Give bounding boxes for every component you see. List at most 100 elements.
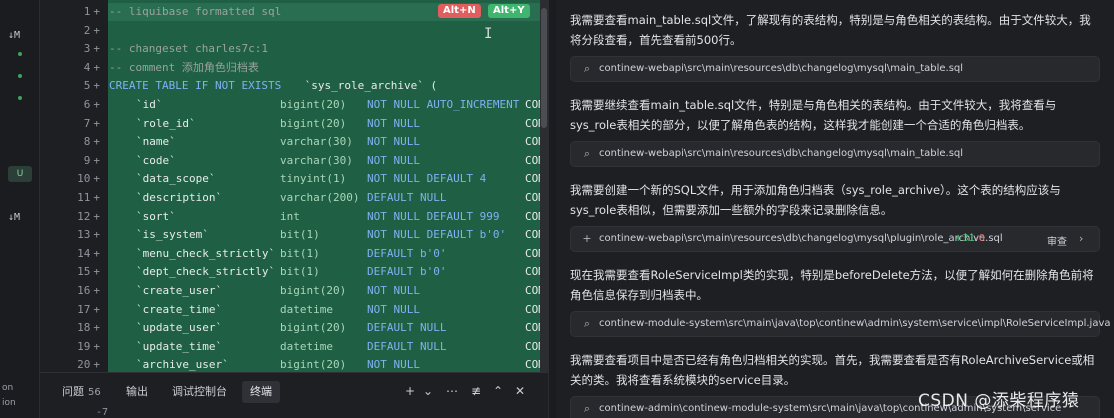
tab-output[interactable]: 输出: [118, 381, 156, 403]
status-dot: [18, 74, 22, 78]
chevron-down-icon[interactable]: ⌄: [420, 383, 436, 399]
chat-message: 我需要创建一个新的SQL文件，用于添加角色归档表（sys_role_archiv…: [570, 183, 1061, 217]
more-icon[interactable]: ⋯: [444, 383, 460, 399]
line-number: 6 +: [83, 98, 100, 111]
column-type: tinyint(1): [280, 172, 347, 186]
column-constraint: NOT NULL: [367, 135, 420, 149]
file-path: continew-webapi\src\main\resources\db\ch…: [599, 233, 1003, 244]
line-number: 20 +: [77, 358, 100, 372]
add-terminal-icon[interactable]: +: [402, 383, 418, 399]
chevron-right-icon: ›: [1079, 232, 1084, 245]
column-type: bigint(20): [280, 284, 347, 297]
column-constraint: NOT NULL AUTO_INCREMENT: [367, 98, 520, 111]
line-number: 13 +: [77, 228, 100, 242]
code-keyword: CREATE TABLE IF NOT EXISTS: [109, 79, 282, 93]
column-name: `update_user`: [136, 321, 223, 335]
file-edit-card[interactable]: + continew-webapi\src\main\resources\db\…: [570, 226, 1100, 252]
lines-added: +31: [954, 233, 976, 244]
file-reference-card[interactable]: ⌕ continew-module-system\src\main\java\t…: [570, 311, 1111, 337]
search-icon: ⌕: [583, 62, 591, 75]
lines-removed: -0: [975, 233, 985, 244]
tab-problems[interactable]: 问题 56: [54, 381, 109, 403]
code-comment: -- comment 添加角色归档表: [109, 60, 259, 74]
column-type: bigint(20): [280, 116, 347, 130]
column-constraint: NOT NULL: [367, 358, 420, 372]
file-reference-card[interactable]: ⌕ continew-webapi\src\main\resources\db\…: [570, 56, 1100, 82]
line-number: 15 +: [77, 265, 100, 279]
line-number: 5 +: [83, 79, 100, 93]
search-icon: ⌕: [583, 402, 591, 415]
line-number: 14 +: [77, 246, 100, 260]
bottom-panel: 问题 56 输出 调试控制台 终端 + ⌄ ⋯ ≢ ⌃ ✕ -7: [40, 372, 548, 418]
column-constraint: NOT NULL: [367, 153, 420, 167]
line-number: 2 +: [83, 23, 100, 37]
column-type: int: [280, 209, 300, 223]
column-name: `name`: [136, 135, 176, 149]
editor-scrollbar-thumb[interactable]: [541, 8, 547, 128]
column-name: `id`: [136, 98, 163, 111]
column-name: `update_time`: [136, 339, 223, 353]
layout-icon[interactable]: ≢: [468, 383, 484, 399]
file-path: continew-module-system\src\main\java\top…: [599, 318, 1111, 329]
chat-message: 现在我需要查看RoleServiceImpl类的实现，特别是beforeDele…: [570, 268, 1094, 302]
column-name: `code`: [136, 153, 176, 167]
column-name: `archive_user`: [136, 358, 229, 372]
column-constraint: NOT NULL DEFAULT 4: [367, 172, 487, 186]
code-comment: -- liquibase formatted sql: [109, 5, 282, 18]
line-gutter: 1 + 2 + 3 + 4 + 5 + 6 + 7 + 8 + 9 + 10 + 11 + 12 + 13 + 14 + 15 + 16 + 1…: [40, 0, 108, 372]
review-button[interactable]: 审查: [1047, 233, 1067, 248]
column-type: bigint(20): [280, 321, 347, 335]
column-constraint: NOT NULL: [367, 302, 420, 316]
tab-terminal[interactable]: 终端: [242, 381, 280, 403]
column-type: bit(1): [280, 265, 320, 279]
column-name: `description`: [136, 191, 223, 204]
column-type: varchar(30): [280, 135, 353, 149]
line-number: 8 +: [83, 135, 100, 149]
chat-panel: 我需要查看main_table.sql文件，了解现有的表结构，特别是与角色相关的…: [556, 0, 1114, 418]
column-constraint: DEFAULT b'0': [367, 265, 447, 279]
code-table-name: `sys_role_archive` (: [298, 79, 438, 93]
line-number: 7 +: [83, 116, 100, 130]
column-constraint: DEFAULT b'0': [367, 246, 447, 260]
column-type: varchar(30): [280, 153, 353, 167]
line-number: 17 +: [77, 302, 100, 316]
column-name: `menu_check_strictly`: [136, 246, 276, 260]
search-icon: ⌕: [583, 317, 591, 330]
column-type: bit(1): [280, 228, 320, 242]
git-status-modified: ↓M: [8, 30, 21, 41]
file-reference-card[interactable]: ⌕ continew-webapi\src\main\resources\db\…: [570, 141, 1100, 167]
search-icon: ⌕: [583, 147, 591, 160]
line-number: 12 +: [77, 209, 100, 223]
sidebar-text: ion: [2, 398, 16, 408]
accept-change-button[interactable]: Alt+Y: [488, 4, 530, 18]
line-number: 9 +: [83, 153, 100, 167]
column-constraint: NOT NULL DEFAULT 999: [367, 209, 500, 223]
reject-change-button[interactable]: Alt+N: [438, 4, 481, 18]
watermark: CSDN @添柴程序猿: [918, 391, 1080, 411]
chat-message: 我需要继续查看main_table.sql文件，特别是与角色相关的表结构。由于文…: [570, 98, 1057, 132]
status-dot: [18, 52, 22, 56]
close-panel-icon[interactable]: ✕: [512, 383, 528, 399]
plus-icon: +: [582, 232, 592, 245]
column-type: bit(1): [280, 246, 320, 260]
code-editor[interactable]: Alt+N Alt+Y I -- liquibase formatted sql…: [108, 0, 548, 372]
terminal-prompt: -7: [96, 407, 109, 418]
column-constraint: DEFAULT NULL: [367, 191, 447, 204]
code-comment: -- changeset charles7c:1: [109, 42, 268, 56]
column-constraint: DEFAULT NULL: [367, 321, 447, 335]
column-type: bigint(20): [280, 358, 347, 372]
chat-message: 我需要查看项目中是否已经有角色归档相关的实现。首先，我需要查看是否有RoleAr…: [570, 353, 1095, 387]
line-number: 3 +: [83, 42, 100, 56]
tab-debug-console[interactable]: 调试控制台: [164, 381, 235, 403]
git-status-untracked: U: [8, 166, 32, 182]
column-name: `create_time`: [136, 302, 223, 316]
pane-divider[interactable]: [548, 0, 556, 418]
line-number: 19 +: [77, 339, 100, 353]
column-type: datetime: [280, 302, 333, 316]
line-number: 4 +: [83, 60, 100, 74]
column-name: `is_system`: [136, 228, 209, 242]
column-type: varchar(200): [280, 191, 360, 204]
maximize-panel-icon[interactable]: ⌃: [490, 383, 506, 399]
column-constraint: NOT NULL: [367, 116, 420, 130]
line-number: 16 +: [77, 284, 100, 297]
